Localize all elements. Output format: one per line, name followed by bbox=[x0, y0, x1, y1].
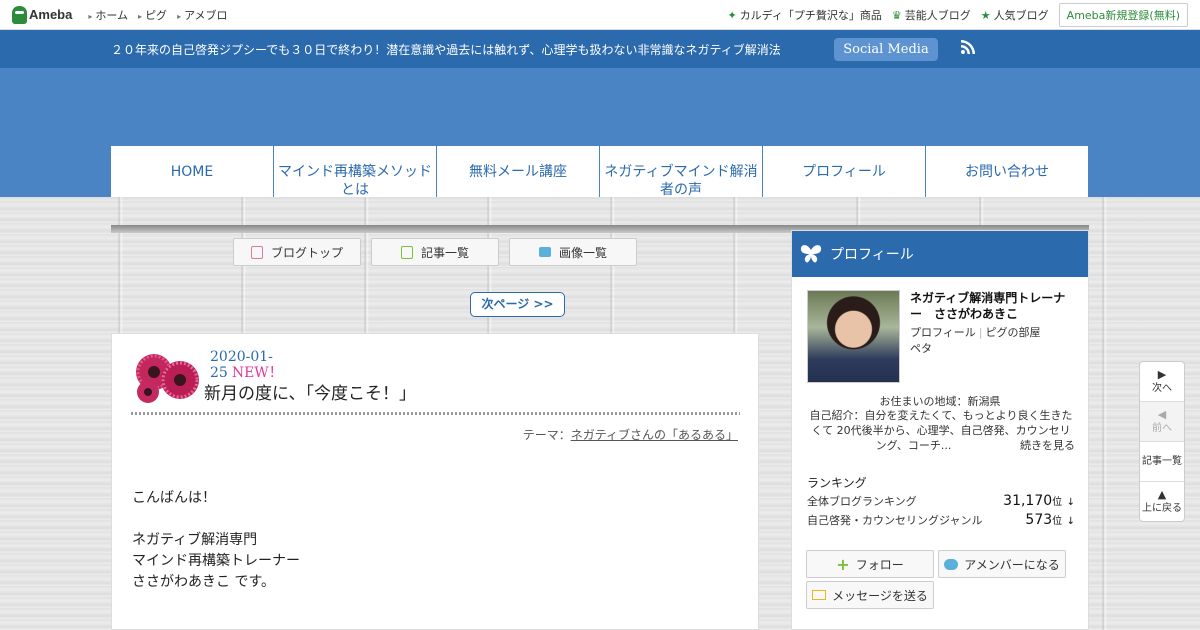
nav-home[interactable]: ホーム bbox=[88, 7, 128, 23]
avatar[interactable] bbox=[807, 290, 900, 383]
profile-sidebar: プロフィール ネガティブ解消専門トレーナー ささがわあきこ プロフィール | ピグの… bbox=[791, 230, 1089, 630]
body-paragraph: こんばんは！ bbox=[132, 490, 216, 506]
post-theme: テーマ：ネガティブさんの「あるある」 bbox=[522, 428, 738, 442]
profile-name[interactable]: ネガティブ解消専門トレーナー ささがわあきこ bbox=[910, 290, 1070, 322]
title-divider bbox=[131, 412, 740, 415]
profile-links: プロフィール | ピグの部屋 ペタ bbox=[910, 326, 1041, 355]
next-page-button[interactable]: 次ページ >> bbox=[470, 292, 565, 317]
flower-icon bbox=[136, 354, 199, 403]
ameba-mascot-icon bbox=[12, 5, 27, 24]
ranking-row: 自己啓発・カウンセリングジャンル 573位 ↓ bbox=[807, 512, 1075, 528]
post-date: 2020-01-25 NEW！ bbox=[210, 349, 283, 381]
floating-nav: ▶ 次へ ◀ 前へ 記事一覧 ▲ 上に戻る bbox=[1139, 361, 1185, 522]
link-popular-blog[interactable]: ★ 人気ブログ bbox=[981, 7, 1049, 23]
ameba-logo-text: Ameba bbox=[29, 7, 73, 22]
theme-link[interactable]: ネガティブさんの「あるある」 bbox=[571, 428, 738, 442]
star-icon: ★ bbox=[980, 8, 991, 22]
blog-article: 2020-01-25 NEW！ 新月の度に、「今度こそ！」 テーマ：ネガティブさん… bbox=[111, 333, 759, 630]
envelope-icon bbox=[812, 590, 827, 600]
triangle-right-icon: ▶ bbox=[1157, 368, 1167, 381]
link-celebrity-blog[interactable]: ♛ 芸能人ブログ bbox=[892, 7, 971, 23]
message-button[interactable]: メッセージを送る bbox=[806, 581, 934, 609]
ranking-row: 全体ブログランキング 31,170位 ↓ bbox=[807, 493, 1075, 509]
post-title[interactable]: 新月の度に、「今度こそ！」 bbox=[204, 379, 416, 404]
profile-link[interactable]: プロフィール bbox=[910, 326, 976, 339]
link-kaldi[interactable]: ✦ カルディ「プチ贅沢な」商品 bbox=[727, 7, 881, 23]
next-post-button[interactable]: ▶ 次へ bbox=[1140, 362, 1184, 402]
read-more-link[interactable]: 続きを見る bbox=[1020, 438, 1075, 453]
ranking-title: ランキング bbox=[807, 476, 867, 490]
ameba-right-links: ✦ カルディ「プチ贅沢な」商品 ♛ 芸能人ブログ ★ 人気ブログ Ameba新規登録(… bbox=[727, 2, 1188, 27]
profile-title: プロフィール bbox=[830, 247, 914, 263]
copy-icon bbox=[400, 245, 413, 259]
amember-button[interactable]: アメンバーになる bbox=[938, 550, 1066, 578]
gnav-method[interactable]: マインド再構築メソッドとは bbox=[274, 146, 437, 197]
ameba-logo[interactable]: Ameba bbox=[12, 5, 73, 24]
chat-icon bbox=[944, 558, 959, 570]
peta-link[interactable]: ペタ bbox=[910, 342, 932, 355]
body-paragraph: ネガティブ解消専門 マインド再構築トレーナー ささがわあきこ です。 bbox=[132, 532, 300, 590]
blog-tagline[interactable]: ２０年来の自己啓発ジプシーでも３０日で終わり！潜在意識や過去には触れず、心理学も… bbox=[111, 41, 781, 58]
pigg-room-link[interactable]: ピグの部屋 bbox=[986, 326, 1041, 339]
back-to-top-button[interactable]: ▲ 上に戻る bbox=[1140, 482, 1184, 522]
triangle-up-icon: ▲ bbox=[1157, 488, 1167, 501]
camera-icon bbox=[538, 247, 551, 257]
profile-region: お住まいの地域：新潟県 bbox=[879, 395, 1001, 408]
social-media-button[interactable]: Social Media bbox=[834, 38, 938, 61]
global-nav: HOME マインド再構築メソッドとは 無料メール講座 ネガティブマインド解消者の… bbox=[111, 146, 1088, 197]
article-list-float-button[interactable]: 記事一覧 bbox=[1140, 442, 1184, 482]
gnav-mail-course[interactable]: 無料メール講座 bbox=[437, 146, 600, 197]
gnav-home[interactable]: HOME bbox=[111, 146, 274, 197]
butterfly-icon bbox=[800, 245, 822, 263]
image-list-button[interactable]: 画像一覧 bbox=[509, 238, 637, 266]
blog-button-row: ブログトップ 記事一覧 画像一覧 bbox=[233, 238, 637, 266]
register-button[interactable]: Ameba新規登録(無料) bbox=[1058, 2, 1188, 27]
post-body: こんばんは！ ネガティブ解消専門 マインド再構築トレーナー ささがわあきこ です… bbox=[132, 488, 300, 614]
crown-icon: ♛ bbox=[891, 8, 902, 22]
article-list-button[interactable]: 記事一覧 bbox=[371, 238, 499, 266]
profile-intro: 自己紹介：自分を変えたくて、もっとより良く生きたくて 20代後半から、心理学、自… bbox=[809, 409, 1075, 453]
header-strip: ２０年来の自己啓発ジプシーでも３０日で終わり！潜在意識や過去には触れず、心理学も… bbox=[0, 30, 1200, 68]
rss-icon[interactable] bbox=[961, 40, 975, 54]
nav-pigg[interactable]: ピグ bbox=[138, 7, 167, 23]
blog-top-button[interactable]: ブログトップ bbox=[233, 238, 361, 266]
triangle-left-icon: ◀ bbox=[1157, 408, 1167, 421]
profile-header: プロフィール bbox=[792, 231, 1088, 277]
plus-icon: + bbox=[836, 554, 850, 574]
gnav-profile[interactable]: プロフィール bbox=[763, 146, 926, 197]
ameba-nav: ホーム ピグ アメブロ bbox=[88, 7, 227, 23]
nav-ameblo[interactable]: アメブロ bbox=[177, 7, 227, 23]
gnav-testimonials[interactable]: ネガティブマインド解消者の声 bbox=[600, 146, 763, 197]
prev-post-button[interactable]: ◀ 前へ bbox=[1140, 402, 1184, 442]
document-icon bbox=[250, 245, 263, 259]
follow-button[interactable]: + フォロー bbox=[806, 550, 934, 578]
gnav-contact[interactable]: お問い合わせ bbox=[926, 146, 1088, 197]
sparkle-icon: ✦ bbox=[727, 8, 737, 22]
ameba-header: Ameba ホーム ピグ アメブロ ✦カルディ「プチ贅沢な」商品 ♛芸能人ブログ… bbox=[0, 0, 1200, 30]
